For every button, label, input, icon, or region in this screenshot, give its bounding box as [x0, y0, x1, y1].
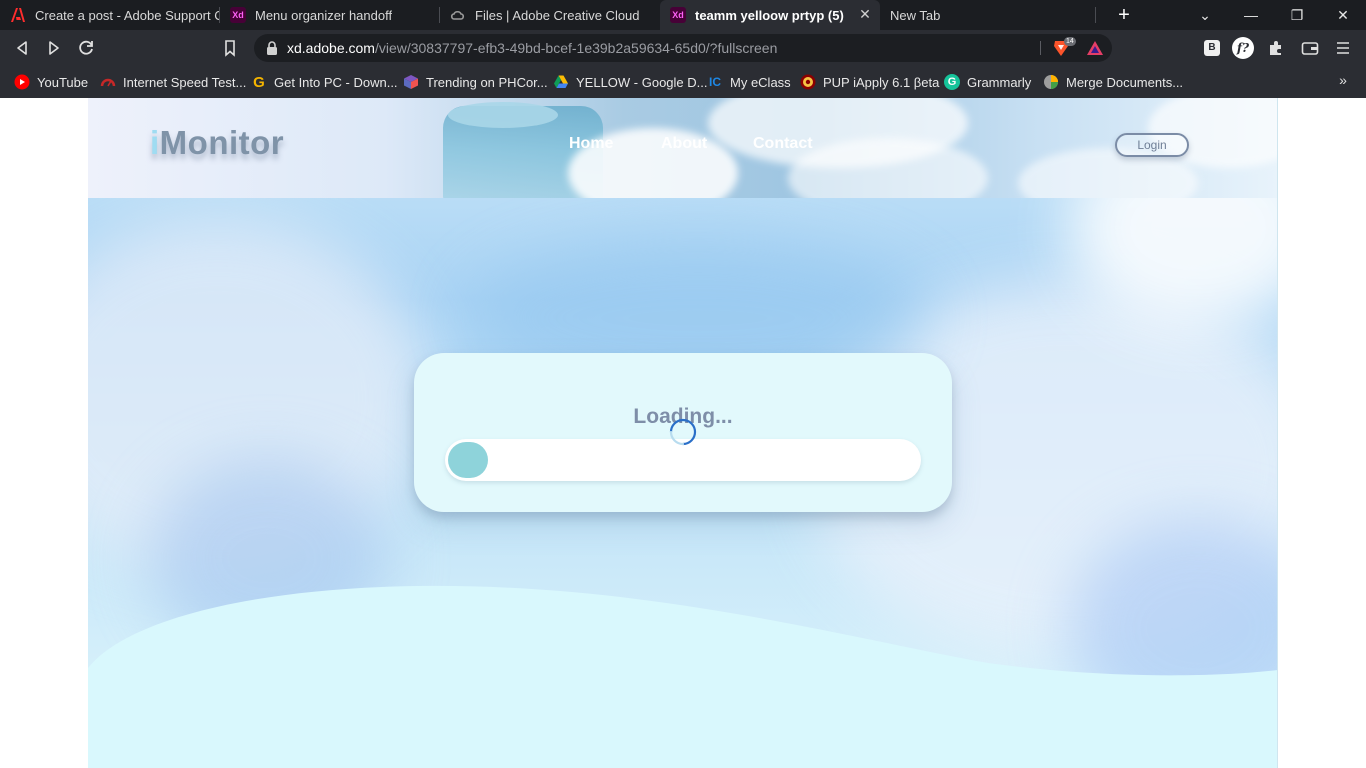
minimize-icon[interactable]: —	[1228, 0, 1274, 30]
brave-shield-count: 14	[1064, 37, 1076, 46]
url-path: /view/30837797-efb3-49bd-bcef-1e39b2a596…	[374, 40, 778, 56]
tab-new-tab[interactable]: New Tab	[880, 0, 1096, 30]
bookmark-youtube[interactable]: YouTube	[14, 72, 88, 92]
tab-title: Menu organizer handoff	[255, 7, 393, 23]
cooling-tower-rim	[448, 102, 558, 128]
restore-icon[interactable]: ❐	[1274, 0, 1320, 30]
bookmark-label: Trending on PHCor...	[426, 74, 548, 90]
extensions-puzzle-icon[interactable]	[1265, 37, 1287, 59]
logo-rest: Monitor	[159, 124, 285, 161]
eclass-icon: IC	[709, 75, 721, 89]
bottom-wave-shape	[88, 585, 1277, 768]
tab-bar: Create a post - Adobe Support Community …	[0, 0, 1366, 30]
wallet-icon[interactable]	[1299, 37, 1321, 59]
close-window-icon[interactable]: ✕	[1320, 0, 1366, 30]
bookmark-grammarly[interactable]: G Grammarly	[944, 72, 1031, 92]
grammarly-icon: G	[944, 74, 960, 90]
hero-header-band: iMonitor Home About Contact Login	[88, 98, 1277, 198]
bookmark-label: Merge Documents...	[1066, 74, 1184, 90]
bookmark-internet-speed-test[interactable]: Internet Speed Test...	[100, 72, 246, 92]
logo-prefix: i	[150, 124, 160, 161]
login-button[interactable]: Login	[1115, 133, 1189, 157]
pup-seal-icon	[800, 74, 816, 90]
bookmarks-bar: YouTube Internet Speed Test... G Get Int…	[0, 66, 1366, 98]
menu-hamburger-icon[interactable]	[1332, 37, 1354, 59]
bookmark-yellow-google-drive[interactable]: YELLOW - Google D...	[553, 72, 708, 92]
youtube-icon	[14, 74, 30, 90]
bookmark-trending-phcorner[interactable]: Trending on PHCor...	[403, 72, 548, 92]
tab-teamm-yelloow[interactable]: Xd teamm yelloow prtyp (5) ✕	[660, 0, 880, 30]
bookmark-get-into-pc[interactable]: G Get Into PC - Down...	[251, 72, 398, 92]
back-icon[interactable]	[10, 36, 34, 60]
browser-toolbar: xd.adobe.com/view/30837797-efb3-49bd-bce…	[0, 30, 1366, 66]
loading-card: Loading...	[414, 353, 952, 512]
xd-icon: Xd	[670, 7, 686, 23]
google-drive-icon	[553, 74, 569, 90]
loading-spinner-icon	[669, 418, 697, 446]
font-finder-icon[interactable]: f?	[1232, 37, 1254, 59]
nav-about[interactable]: About	[661, 135, 707, 153]
extension-b-icon[interactable]: B	[1201, 37, 1223, 59]
close-tab-icon[interactable]: ✕	[856, 5, 874, 23]
xd-prototype-artboard: iMonitor Home About Contact Login Loadin…	[88, 98, 1278, 768]
imonitor-logo[interactable]: iMonitor	[150, 124, 284, 162]
reload-icon[interactable]	[74, 36, 98, 60]
nav-home[interactable]: Home	[569, 135, 613, 153]
tab-title: Files | Adobe Creative Cloud	[475, 7, 640, 23]
address-bar[interactable]: xd.adobe.com/view/30837797-efb3-49bd-bce…	[254, 34, 1112, 62]
bookmark-label: Internet Speed Test...	[123, 74, 247, 90]
nav-contact[interactable]: Contact	[753, 135, 813, 153]
bookmark-pup-iapply[interactable]: PUP iApply 6.1 βeta	[800, 72, 939, 92]
speedometer-icon	[100, 74, 116, 90]
bookmark-label: Get Into PC - Down...	[274, 74, 398, 90]
lock-icon	[265, 40, 279, 56]
brave-rewards-icon[interactable]	[1086, 39, 1104, 57]
tab-title: teamm yelloow prtyp (5)	[695, 7, 844, 23]
tab-title: New Tab	[890, 7, 941, 23]
bookmark-label: YouTube	[37, 74, 89, 90]
adobe-icon	[10, 7, 26, 23]
bookmark-label: My eClass	[730, 74, 791, 90]
new-tab-plus-icon[interactable]: +	[1112, 3, 1136, 27]
progress-fill	[448, 442, 488, 478]
g-logo-icon: G	[253, 73, 265, 91]
more-bookmarks-chevron-icon[interactable]: »	[1334, 72, 1352, 88]
forward-icon[interactable]	[42, 36, 66, 60]
bookmark-label: Grammarly	[967, 74, 1032, 90]
cube-icon	[403, 74, 419, 90]
url-divider	[1040, 41, 1041, 55]
bookmark-label: YELLOW - Google D...	[576, 74, 708, 90]
bookmark-label: PUP iApply 6.1 βeta	[823, 74, 940, 90]
bookmark-my-eclass[interactable]: IC My eClass	[707, 72, 791, 92]
bookmark-merge-documents[interactable]: Merge Documents...	[1043, 72, 1183, 92]
tab-title: Create a post - Adobe Support Community	[35, 7, 220, 23]
url-text: xd.adobe.com/view/30837797-efb3-49bd-bce…	[287, 40, 777, 56]
tab-menu-organizer[interactable]: Xd Menu organizer handoff	[220, 0, 440, 30]
tab-separator	[1095, 7, 1096, 23]
tab-adobe-support[interactable]: Create a post - Adobe Support Community	[0, 0, 220, 30]
xd-icon: Xd	[230, 7, 246, 23]
tab-search-chevron-icon[interactable]: ⌄	[1182, 0, 1228, 30]
creative-cloud-icon	[450, 7, 466, 23]
bookmark-icon[interactable]	[218, 36, 242, 60]
merge-icon	[1043, 74, 1059, 90]
url-host: xd.adobe.com	[287, 40, 375, 56]
page-viewport: iMonitor Home About Contact Login Loadin…	[0, 98, 1366, 768]
tab-creative-cloud[interactable]: Files | Adobe Creative Cloud	[440, 0, 660, 30]
